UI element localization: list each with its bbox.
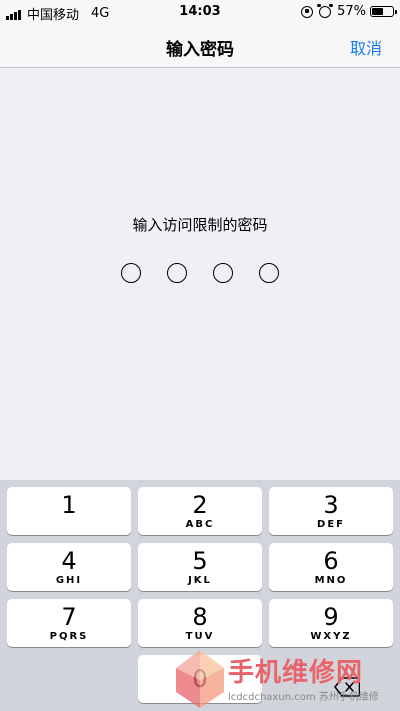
passcode-dot <box>259 263 279 283</box>
key-letters: GHI <box>55 575 83 586</box>
backspace-icon[interactable] <box>334 677 360 697</box>
status-right: 57% <box>301 3 397 19</box>
orientation-lock-icon <box>301 5 314 18</box>
key-digit: 8 <box>192 603 208 631</box>
key-digit: 9 <box>323 603 339 631</box>
passcode-dot <box>121 263 141 283</box>
key-2[interactable]: 2 ABC <box>138 487 262 535</box>
passcode-prompt: 输入访问限制的密码 <box>132 216 268 234</box>
key-digit: 4 <box>61 547 77 575</box>
key-5[interactable]: 5 JKL <box>138 543 262 591</box>
key-3[interactable]: 3 DEF <box>269 487 393 535</box>
key-digit: 2 <box>192 491 208 519</box>
passcode-dots <box>0 263 400 283</box>
battery-icon <box>370 6 397 17</box>
alarm-icon <box>317 3 334 18</box>
key-7[interactable]: 7 PQRS <box>7 599 131 647</box>
passcode-dot <box>213 263 233 283</box>
key-letters: ABC <box>185 519 215 530</box>
page-title: 输入密码 <box>166 40 234 60</box>
key-8[interactable]: 8 TUV <box>138 599 262 647</box>
key-letters: PQRS <box>49 631 89 642</box>
status-bar: 中国移动 4G 14:03 57% <box>0 0 400 24</box>
key-digit: 7 <box>61 603 77 631</box>
key-letters: WXYZ <box>310 631 352 642</box>
key-1[interactable]: 1 <box>7 487 131 535</box>
battery-percent: 57% <box>337 4 366 19</box>
key-0[interactable]: 0 <box>138 655 262 703</box>
key-digit: 6 <box>323 547 339 575</box>
passcode-dot <box>167 263 187 283</box>
key-digit: 0 <box>192 665 208 693</box>
nav-bar: 输入密码 取消 <box>0 24 400 68</box>
key-6[interactable]: 6 MNO <box>269 543 393 591</box>
key-digit: 3 <box>323 491 339 519</box>
key-letters: JKL <box>188 575 212 586</box>
key-letters: TUV <box>185 631 215 642</box>
key-digit: 5 <box>192 547 208 575</box>
key-4[interactable]: 4 GHI <box>7 543 131 591</box>
key-letters: MNO <box>314 575 348 586</box>
cancel-button[interactable]: 取消 <box>350 35 382 59</box>
key-9[interactable]: 9 WXYZ <box>269 599 393 647</box>
battery-fill <box>372 8 384 15</box>
key-digit: 1 <box>61 491 77 519</box>
key-letters: DEF <box>317 519 345 530</box>
numeric-keypad: 0 9 WXYZ 8 TUV 7 PQRS 6 MNO 5 JKL 4 GHI 3 DEF 2 ABC 1 <box>0 480 400 711</box>
